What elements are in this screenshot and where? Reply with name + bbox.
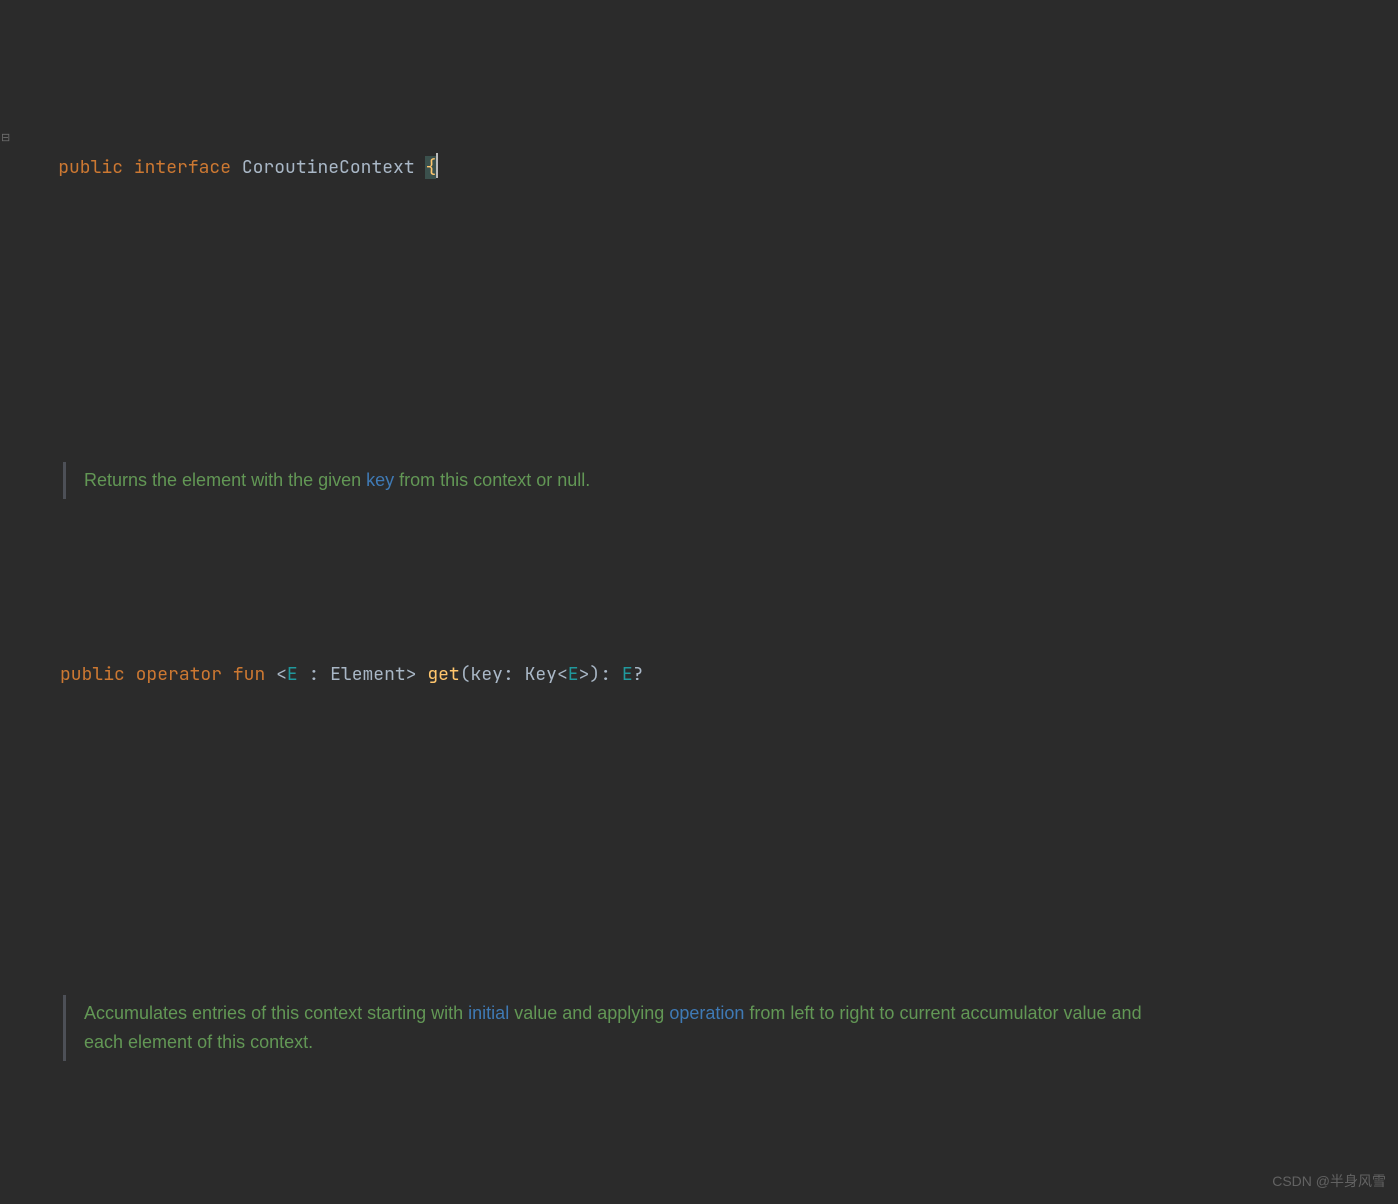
keyword: operator (136, 663, 222, 686)
kdoc-text: value and applying (509, 1003, 669, 1023)
punc: > (579, 663, 590, 686)
type: Element (330, 663, 406, 686)
punc: : (600, 663, 622, 686)
keyword-interface: interface (134, 156, 231, 179)
code-editor[interactable]: ⊟ public interface CoroutineContext { Ret… (0, 0, 1398, 1204)
keyword: public (60, 663, 125, 686)
punc: : (503, 663, 525, 686)
kdoc-link-key[interactable]: key (366, 470, 394, 490)
type: Key (525, 663, 557, 686)
type-param: E (622, 663, 633, 686)
brace-open: { (425, 156, 436, 179)
type-param: E (287, 663, 298, 686)
kdoc-text: Returns the element with the given (84, 470, 366, 490)
kdoc-code: null (557, 470, 585, 490)
keyword: fun (233, 663, 265, 686)
param: key (471, 663, 503, 686)
interface-declaration-line[interactable]: ⊟ public interface CoroutineContext { (0, 122, 1398, 214)
punc: ? (633, 663, 644, 686)
kdoc-text: . (585, 470, 590, 490)
punc: < (276, 663, 287, 686)
punc: : (298, 663, 330, 686)
kdoc-text: Accumulates entries of this context star… (84, 1003, 468, 1023)
fun-name: get (427, 663, 459, 686)
watermark: CSDN @半身风雪 (1272, 1170, 1386, 1194)
kdoc-fold: Accumulates entries of this context star… (63, 995, 1144, 1061)
punc: < (557, 663, 568, 686)
type-name: CoroutineContext (242, 156, 415, 179)
fold-gutter-icon[interactable]: ⊟ (1, 129, 10, 148)
punc: ( (460, 663, 471, 686)
kdoc-link-initial[interactable]: initial (468, 1003, 509, 1023)
fun-get-signature[interactable]: public operator fun <E : Element> get(ke… (0, 629, 1398, 721)
kdoc-get: Returns the element with the given key f… (63, 462, 1144, 499)
keyword-public: public (58, 156, 123, 179)
kdoc-text: from this context or (394, 470, 557, 490)
type-param: E (568, 663, 579, 686)
punc: > (406, 663, 417, 686)
punc: ) (589, 663, 600, 686)
fun-fold-signature[interactable]: public fun <R> fold(initial: R, operatio… (0, 1191, 1398, 1204)
kdoc-link-operation[interactable]: operation (669, 1003, 744, 1023)
